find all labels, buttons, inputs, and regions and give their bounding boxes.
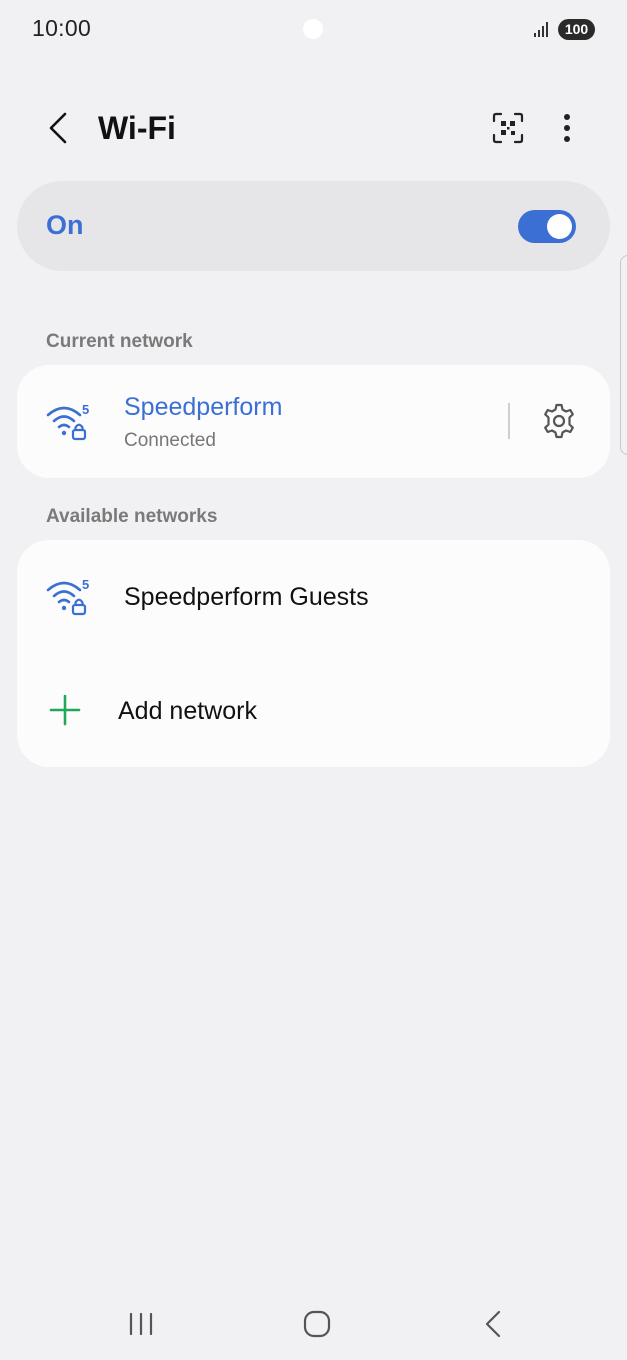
home-button[interactable] [287,1304,347,1344]
gear-icon [544,403,574,439]
more-vert-icon [564,114,570,142]
wifi-toggle[interactable] [518,210,576,243]
status-time: 10:00 [32,15,92,41]
svg-text:5: 5 [82,402,89,417]
current-network-header: Current network [46,331,193,352]
network-list-item[interactable]: 5 Speedperform Guests [17,540,610,655]
back-icon [49,112,67,144]
qr-scan-button[interactable] [488,108,528,148]
toggle-knob [547,214,572,239]
wifi-secured-5ghz-icon: 5 [46,402,89,441]
back-nav-icon [485,1310,501,1338]
scrollbar[interactable] [620,255,627,455]
wifi-master-switch[interactable]: On [17,181,610,271]
current-network-card: 5 Speedperform Connected [17,365,610,478]
home-icon [303,1310,331,1338]
back-nav-button[interactable] [463,1304,523,1344]
qr-scan-icon [492,112,524,144]
camera-cutout [303,19,323,39]
status-bar: 10:00 100 [0,0,627,60]
battery-icon: 100 [558,19,595,40]
signal-icon [534,22,548,37]
current-network-row[interactable]: 5 Speedperform Connected [17,365,610,478]
navigation-bar [0,1290,627,1360]
add-network-label: Add network [118,697,257,725]
master-switch-label: On [46,210,84,240]
network-settings-button[interactable] [537,399,581,443]
page-title: Wi-Fi [98,110,176,146]
app-bar: Wi-Fi [0,98,627,158]
add-network-button[interactable]: Add network [17,661,610,761]
more-options-button[interactable] [548,108,586,148]
network-name: Speedperform Guests [124,583,369,611]
available-networks-card: 5 Speedperform Guests Add network [17,540,610,767]
wifi-settings-screen: 10:00 100 Wi-Fi On Current network 5 Spe… [0,0,627,1360]
available-networks-header: Available networks [46,506,218,527]
wifi-secured-5ghz-icon: 5 [46,577,89,616]
recents-icon [129,1312,153,1336]
svg-text:5: 5 [82,577,89,592]
current-network-status: Connected [124,430,216,451]
plus-icon [49,694,81,726]
back-button[interactable] [38,106,78,150]
current-network-name: Speedperform [124,393,283,421]
recents-button[interactable] [111,1304,171,1344]
row-divider [508,403,510,439]
